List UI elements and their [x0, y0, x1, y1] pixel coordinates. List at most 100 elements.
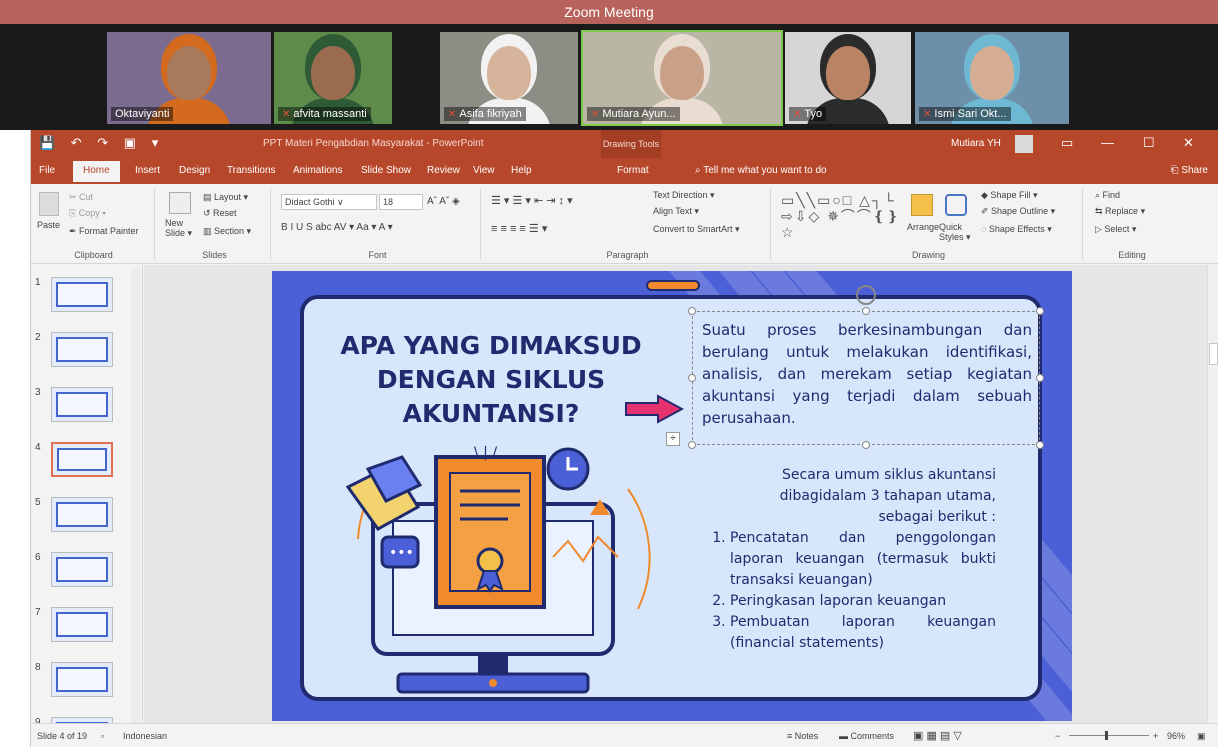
slide-thumbnail[interactable]	[51, 277, 113, 312]
shape-outline-button[interactable]: ✐ Shape Outline ▾	[981, 206, 1055, 217]
slide-title[interactable]: APA YANG DIMAKSUD DENGAN SIKLUS AKUNTANS…	[316, 329, 666, 431]
tab-animations[interactable]: Animations	[293, 165, 342, 176]
paragraph-row2[interactable]: ≡ ≡ ≡ ≡ ☰ ▾	[491, 222, 547, 235]
thumbnails-scrollbar[interactable]	[131, 268, 141, 724]
quick-styles-button[interactable]: Quick Styles ▾	[939, 222, 975, 242]
slide-thumbnail[interactable]	[51, 332, 113, 367]
language-indicator[interactable]: Indonesian	[123, 731, 167, 741]
format-painter-button[interactable]: ✒ Format Painter	[69, 226, 139, 237]
participant-video-tile[interactable]: ✕ Ismi Sari Okt...	[915, 32, 1069, 124]
shapes-gallery[interactable]: ▭╲╲▭○□ △┐└⇨⇩◇ ✵⌒⌒❴❵☆	[781, 192, 903, 240]
slide-thumbnail[interactable]	[51, 442, 113, 477]
resize-handle[interactable]	[1036, 307, 1044, 315]
participant-video-tile[interactable]: ✕ Asifa fikriyah	[440, 32, 578, 124]
user-name[interactable]: Mutiara YH	[951, 138, 1001, 149]
notes-button[interactable]: ≡ Notes	[787, 731, 818, 741]
zoom-level[interactable]: 96%	[1167, 731, 1185, 741]
cut-button[interactable]: ✂ Cut	[69, 192, 93, 203]
close-button[interactable]: ✕	[1183, 135, 1194, 151]
thumbnail-preview	[56, 667, 108, 692]
tab-insert[interactable]: Insert	[135, 165, 160, 176]
tab-review[interactable]: Review	[427, 165, 460, 176]
resize-handle[interactable]	[688, 374, 696, 382]
current-slide[interactable]: APA YANG DIMAKSUD DENGAN SIKLUS AKUNTANS…	[272, 271, 1072, 721]
zoom-out-button[interactable]: −	[1055, 731, 1060, 741]
tab-home[interactable]: Home	[73, 161, 120, 182]
participant-face	[970, 46, 1014, 100]
find-button[interactable]: ⌕ Find	[1095, 190, 1120, 201]
participant-name-text: Asifa fikriyah	[459, 108, 522, 120]
slide-counter: Slide 4 of 19	[37, 731, 88, 741]
resize-handle[interactable]	[688, 441, 696, 449]
text-direction-button[interactable]: Text Direction ▾	[653, 190, 715, 201]
spell-check-icon[interactable]: ▫	[101, 731, 104, 741]
select-button[interactable]: ▷ Select ▾	[1095, 224, 1136, 235]
participant-video-tile[interactable]: Oktaviyanti	[107, 32, 271, 124]
comments-button[interactable]: ▬ Comments	[839, 731, 894, 741]
tab-transitions[interactable]: Transitions	[227, 165, 276, 176]
font-name-select[interactable]: Didact Gothi ∨	[281, 194, 377, 210]
new-slide-icon[interactable]	[169, 192, 191, 214]
computer-document-illustration[interactable]: •••	[328, 429, 658, 699]
participant-video-tile[interactable]: ✕ afvita massanti	[274, 32, 392, 124]
arrange-icon[interactable]	[911, 194, 933, 216]
accounting-cycle-text[interactable]: Secara umum siklus akuntansi dibagidalam…	[702, 465, 996, 654]
new-slide-button[interactable]: New Slide ▾	[165, 218, 195, 238]
arrange-button[interactable]: Arrange	[907, 222, 939, 232]
tell-me-search[interactable]: ⌕ Tell me what you want to do	[695, 165, 827, 176]
resize-handle[interactable]	[1036, 441, 1044, 449]
resize-handle[interactable]	[862, 307, 870, 315]
zoom-slider-knob[interactable]	[1105, 731, 1108, 740]
shape-fill-button[interactable]: ◆ Shape Fill ▾	[981, 190, 1037, 201]
replace-button[interactable]: ⇆ Replace ▾	[1095, 206, 1145, 217]
tab-design[interactable]: Design	[179, 165, 210, 176]
fit-to-window-icon[interactable]: ▣	[1197, 731, 1206, 742]
tab-format[interactable]: Format	[617, 165, 649, 176]
view-buttons[interactable]: ▣ ▦ ▤ ▽	[913, 729, 962, 742]
section-button[interactable]: ▥ Section ▾	[203, 226, 251, 237]
slide-thumbnail[interactable]	[51, 662, 113, 697]
slide-thumbnail[interactable]	[51, 387, 113, 422]
participant-video-tile[interactable]: ✕ Mutiara Ayun...	[581, 30, 783, 126]
tab-file[interactable]: File	[39, 165, 55, 176]
resize-handle[interactable]	[862, 441, 870, 449]
layout-button[interactable]: ▤ Layout ▾	[203, 192, 248, 203]
paste-icon[interactable]	[39, 192, 59, 216]
layout-options-icon[interactable]: ÷	[666, 432, 680, 446]
quick-access-toolbar[interactable]: 💾 ↶ ↷ ▣ ▾	[39, 135, 164, 151]
font-size-select[interactable]: 18	[379, 194, 423, 210]
convert-smartart-button[interactable]: Convert to SmartArt ▾	[653, 224, 740, 235]
slide-thumbnail[interactable]	[51, 607, 113, 642]
slide-vertical-scrollbar[interactable]	[1207, 265, 1218, 723]
font-format-row[interactable]: B I U S abc AV ▾ Aa ▾ A ▾	[281, 222, 393, 233]
paste-button[interactable]: Paste	[37, 220, 60, 230]
ribbon-display-icon[interactable]: ▭	[1061, 135, 1073, 151]
pink-arrow-shape[interactable]	[624, 394, 684, 424]
shape-effects-button[interactable]: ◌ Shape Effects ▾	[981, 224, 1052, 235]
resize-handle[interactable]	[1036, 374, 1044, 382]
zoom-in-button[interactable]: +	[1153, 731, 1158, 741]
minimize-button[interactable]: —	[1101, 135, 1114, 150]
quick-styles-icon[interactable]	[945, 194, 967, 216]
participant-video-tile[interactable]: ✕ Tyo	[785, 32, 911, 124]
thumbnail-preview	[56, 282, 108, 307]
paragraph-row1[interactable]: ☰ ▾ ☰ ▾ ⇤ ⇥ ↕ ▾	[491, 194, 573, 207]
tab-view[interactable]: View	[473, 165, 495, 176]
reset-button[interactable]: ↺ Reset	[203, 208, 237, 219]
copy-button[interactable]: ⎘ Copy ▾	[69, 208, 106, 219]
drawing-group: ▭╲╲▭○□ △┐└⇨⇩◇ ✵⌒⌒❴❵☆ Arrange Quick Style…	[775, 188, 1083, 260]
tab-help[interactable]: Help	[511, 165, 532, 176]
font-size-grow-shrink-icons[interactable]: Aˆ Aˇ ◈	[427, 196, 460, 207]
align-text-button[interactable]: Align Text ▾	[653, 206, 699, 217]
scrollbar-thumb[interactable]	[1209, 343, 1218, 365]
share-button[interactable]: ⎗ Share	[1171, 165, 1208, 176]
zoom-slider[interactable]	[1069, 731, 1149, 740]
resize-handle[interactable]	[688, 307, 696, 315]
slide-thumbnail[interactable]	[51, 497, 113, 532]
tab-slide-show[interactable]: Slide Show	[361, 165, 411, 176]
maximize-button[interactable]: ☐	[1143, 135, 1155, 151]
user-avatar[interactable]	[1015, 135, 1033, 153]
slide-thumbnail[interactable]	[51, 552, 113, 587]
rotate-handle-icon[interactable]	[856, 285, 876, 305]
definition-text[interactable]: Suatu proses berkesinambungan dan berula…	[702, 319, 1032, 429]
